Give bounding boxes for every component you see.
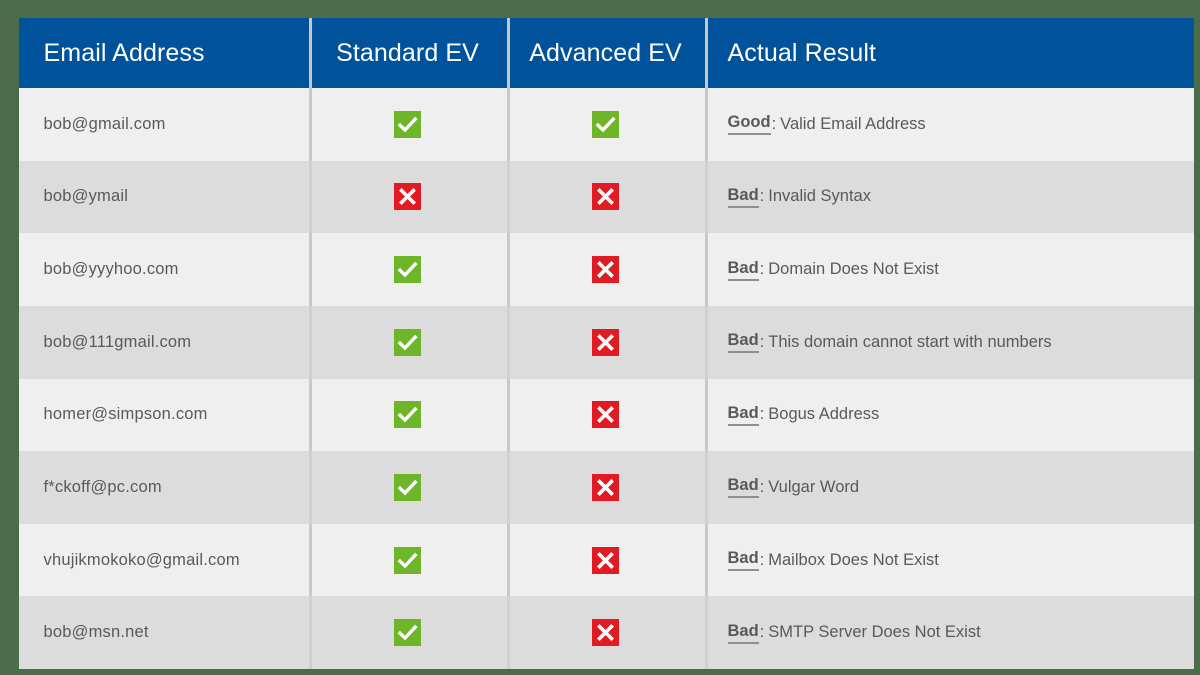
column-header-standard-ev: Standard EV bbox=[308, 18, 507, 88]
green-check-icon bbox=[394, 110, 421, 138]
result-separator: : bbox=[759, 550, 765, 569]
cell-advanced-ev bbox=[506, 160, 705, 234]
email-address-text: vhujikmokoko@gmail.com bbox=[43, 550, 240, 569]
cell-advanced-ev bbox=[506, 451, 705, 524]
cell-standard-ev bbox=[308, 233, 507, 306]
email-validation-table: Email Address Standard EV Advanced EV Ac… bbox=[18, 18, 1194, 669]
result-verdict: Bad bbox=[727, 404, 759, 426]
result-verdict: Bad bbox=[727, 476, 759, 499]
result-verdict: Bad bbox=[727, 186, 759, 208]
result-verdict: Bad bbox=[727, 549, 759, 572]
result-detail: Valid Email Address bbox=[780, 114, 926, 133]
result-detail: Vulgar Word bbox=[768, 477, 860, 496]
result-detail: This domain cannot start with numbers bbox=[768, 332, 1052, 351]
table-row: bob@gmail.com Good: Valid Email Address bbox=[18, 88, 1194, 161]
cell-standard-ev bbox=[308, 523, 507, 597]
table-row: bob@ymail Bad: Invalid Syntax bbox=[18, 160, 1194, 234]
red-cross-icon bbox=[394, 183, 421, 211]
cell-advanced-ev bbox=[506, 523, 705, 597]
green-check-icon bbox=[394, 256, 421, 284]
cell-actual-result: Bad: This domain cannot start with number… bbox=[704, 305, 1194, 379]
result-separator: : bbox=[759, 332, 765, 351]
green-check-icon bbox=[592, 110, 619, 138]
green-check-icon bbox=[394, 328, 421, 356]
result-separator: : bbox=[759, 477, 765, 496]
cell-standard-ev bbox=[308, 596, 507, 669]
cell-advanced-ev bbox=[506, 378, 705, 452]
cell-actual-result: Bad: SMTP Server Does Not Exist bbox=[704, 596, 1194, 669]
email-address-text: homer@simpson.com bbox=[43, 405, 208, 424]
table-row: homer@simpson.com Bad: Bogus Address bbox=[18, 378, 1194, 452]
cell-email-address: bob@111gmail.com bbox=[19, 306, 309, 379]
cell-email-address: f*ckoff@pc.com bbox=[19, 451, 309, 524]
green-check-icon bbox=[394, 473, 421, 501]
cell-email-address: vhujikmokoko@gmail.com bbox=[19, 524, 309, 597]
email-address-text: bob@111gmail.com bbox=[43, 332, 192, 351]
result-separator: : bbox=[771, 114, 777, 133]
cell-actual-result: Bad: Invalid Syntax bbox=[704, 160, 1194, 234]
table-body: bob@gmail.com Good: Valid Email Address bob… bbox=[18, 88, 1194, 669]
cell-email-address: bob@ymail bbox=[19, 161, 309, 234]
green-check-icon bbox=[394, 401, 421, 429]
cell-standard-ev bbox=[308, 451, 507, 524]
green-check-icon bbox=[394, 619, 421, 647]
column-header-email-address: Email Address bbox=[19, 18, 309, 88]
cell-standard-ev bbox=[308, 378, 507, 452]
cell-standard-ev bbox=[308, 305, 507, 379]
table-row: f*ckoff@pc.com Bad: Vulgar Word bbox=[18, 451, 1194, 524]
cell-actual-result: Bad: Vulgar Word bbox=[704, 451, 1194, 524]
result-verdict: Bad bbox=[727, 622, 759, 644]
cell-advanced-ev bbox=[506, 233, 705, 306]
result-separator: : bbox=[759, 623, 765, 642]
red-cross-icon bbox=[592, 619, 619, 647]
column-header-label: Advanced EV bbox=[529, 38, 682, 67]
green-check-icon bbox=[394, 546, 421, 574]
cell-standard-ev bbox=[308, 160, 507, 234]
email-address-text: bob@msn.net bbox=[43, 623, 149, 642]
result-verdict: Bad bbox=[727, 331, 759, 354]
table-row: bob@111gmail.com Bad: This domain cannot s… bbox=[18, 305, 1194, 379]
email-address-text: bob@yyyhoo.com bbox=[43, 260, 179, 279]
result-separator: : bbox=[759, 405, 765, 424]
column-header-label: Standard EV bbox=[336, 38, 479, 67]
red-cross-icon bbox=[592, 546, 619, 574]
cell-actual-result: Bad: Bogus Address bbox=[704, 378, 1194, 452]
cell-standard-ev bbox=[308, 88, 507, 161]
result-detail: Bogus Address bbox=[768, 405, 880, 424]
result-detail: Domain Does Not Exist bbox=[768, 260, 939, 279]
cell-advanced-ev bbox=[506, 88, 705, 161]
result-detail: Mailbox Does Not Exist bbox=[768, 550, 939, 569]
cell-actual-result: Good: Valid Email Address bbox=[704, 88, 1194, 161]
column-header-label: Actual Result bbox=[727, 38, 877, 67]
cell-email-address: bob@yyyhoo.com bbox=[19, 233, 309, 306]
column-header-actual-result: Actual Result bbox=[704, 18, 1194, 88]
table-row: bob@yyyhoo.com Bad: Domain Does Not Exist bbox=[18, 233, 1194, 306]
email-address-text: bob@gmail.com bbox=[43, 114, 166, 133]
cell-email-address: bob@gmail.com bbox=[19, 88, 309, 161]
red-cross-icon bbox=[592, 473, 619, 501]
red-cross-icon bbox=[592, 183, 619, 211]
result-verdict: Bad bbox=[727, 259, 759, 281]
column-header-advanced-ev: Advanced EV bbox=[506, 18, 705, 88]
cell-email-address: homer@simpson.com bbox=[19, 379, 309, 452]
cell-advanced-ev bbox=[506, 596, 705, 669]
result-detail: SMTP Server Does Not Exist bbox=[768, 623, 981, 642]
cell-actual-result: Bad: Domain Does Not Exist bbox=[704, 233, 1194, 306]
cell-actual-result: Bad: Mailbox Does Not Exist bbox=[704, 523, 1194, 597]
table-header-row: Email Address Standard EV Advanced EV Ac… bbox=[18, 18, 1194, 88]
email-address-text: f*ckoff@pc.com bbox=[43, 477, 162, 496]
result-detail: Invalid Syntax bbox=[768, 187, 871, 206]
result-verdict: Good bbox=[727, 113, 771, 136]
cell-advanced-ev bbox=[506, 305, 705, 379]
column-header-label: Email Address bbox=[43, 38, 205, 67]
cell-email-address: bob@msn.net bbox=[19, 596, 309, 669]
table-row: vhujikmokoko@gmail.com Bad: Mailbox Does N… bbox=[18, 523, 1194, 597]
red-cross-icon bbox=[592, 401, 619, 429]
table-row: bob@msn.net Bad: SMTP Server Does Not Exis… bbox=[18, 596, 1194, 669]
result-separator: : bbox=[759, 187, 765, 206]
result-separator: : bbox=[759, 260, 765, 279]
red-cross-icon bbox=[592, 328, 619, 356]
red-cross-icon bbox=[592, 256, 619, 284]
email-address-text: bob@ymail bbox=[43, 187, 129, 206]
